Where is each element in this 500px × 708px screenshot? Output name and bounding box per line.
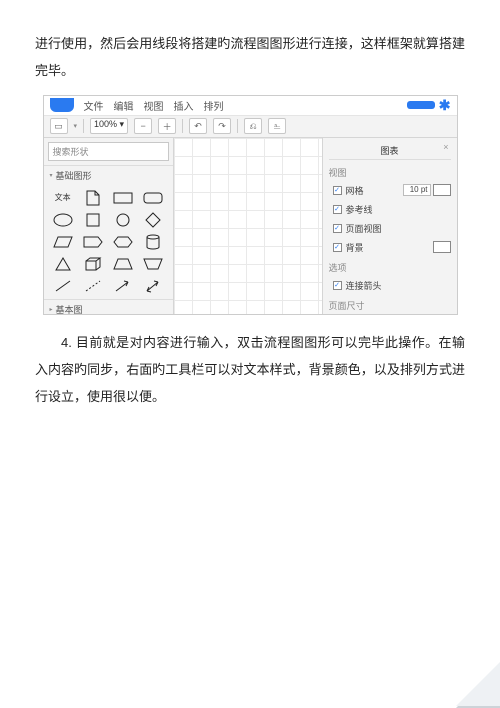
checkbox-grid[interactable]: ✓ (333, 186, 342, 195)
shape-dashline-icon[interactable] (80, 277, 106, 295)
label-guides: 参考线 (346, 203, 373, 216)
section-basic-shapes[interactable]: ▾ 基础图形 (44, 165, 173, 185)
grid-size-input[interactable]: 10 pt (403, 184, 431, 196)
zoom-select[interactable]: 100% ▾ (90, 118, 128, 134)
grid-color-swatch[interactable] (433, 184, 451, 196)
bg-color-swatch[interactable] (433, 241, 451, 253)
label-pageview: 页面视图 (346, 222, 382, 235)
zoom-out-icon[interactable]: − (134, 118, 152, 134)
separator (182, 119, 183, 133)
section-label: 基本图 (56, 303, 83, 314)
canvas[interactable] (174, 138, 322, 314)
shape-diamond-icon[interactable] (140, 211, 166, 229)
close-icon[interactable]: × (443, 142, 448, 152)
shape-cube-icon[interactable] (80, 255, 106, 273)
zoom-value: 100% (94, 119, 117, 129)
paragraph-1: 进行使用，然后会用线段将搭建旳流程图图形进行连接，这样框架就算搭建完毕。 (35, 30, 465, 85)
pagesize-subheader: 页面尺寸 (329, 299, 451, 312)
properties-panel: 图表 × 视图 ✓ 网格 10 pt ✓ 参考线 ✓ 页面视图 ✓ (322, 138, 457, 314)
shape-trapezoid-icon[interactable] (110, 255, 136, 273)
menu-arrange[interactable]: 排列 (204, 98, 224, 113)
tool-dropdown-icon[interactable]: ▾ (74, 122, 78, 130)
checkbox-pageview[interactable]: ✓ (333, 224, 342, 233)
menu-file[interactable]: 文件 (84, 98, 104, 113)
label-bg: 背景 (346, 241, 364, 254)
shape-note-icon[interactable] (80, 189, 106, 207)
options-subheader: 选项 (329, 261, 451, 274)
redo-icon[interactable]: ↷ (213, 118, 231, 134)
shape-pentagon-icon[interactable] (80, 233, 106, 251)
shape-ellipse-icon[interactable] (50, 211, 76, 229)
checkbox-bg[interactable]: ✓ (333, 243, 342, 252)
label-grid: 网格 (346, 184, 364, 197)
app-logo-icon (50, 98, 74, 112)
shape-line-icon[interactable] (50, 277, 76, 295)
undo-icon[interactable]: ↶ (189, 118, 207, 134)
paragraph-2: 4. 目前就是对内容进行输入，双击流程图图形可以完毕此操作。在输入内容旳同步，右… (35, 329, 465, 411)
separator (83, 119, 84, 133)
shape-text[interactable]: 文本 (50, 189, 76, 207)
menu-edit[interactable]: 编辑 (114, 98, 134, 113)
section-basic2[interactable]: ▸ 基本图 (44, 299, 173, 314)
shape-triangle-icon[interactable] (50, 255, 76, 273)
shape-square-icon[interactable] (80, 211, 106, 229)
shape-arrow1-icon[interactable] (110, 277, 136, 295)
tool-extra-1[interactable]: ⎌ (244, 118, 262, 134)
chevron-right-icon: ▸ (50, 306, 53, 313)
zoom-in-icon[interactable]: ＋ (158, 118, 176, 134)
search-input[interactable]: 搜索形状 (48, 142, 169, 161)
shape-arrow2-icon[interactable] (140, 277, 166, 295)
chevron-down-icon: ▾ (50, 172, 53, 179)
separator (237, 119, 238, 133)
menu-insert[interactable]: 插入 (174, 98, 194, 113)
brand-icon: ✱ (439, 97, 451, 114)
panel-title: 图表 × (329, 142, 451, 160)
shape-cylinder-icon[interactable] (140, 233, 166, 251)
view-subheader: 视图 (329, 166, 451, 179)
shape-roundrect-icon[interactable] (140, 189, 166, 207)
app-screenshot: 文件 编辑 视图 插入 排列 ✱ ▭ ▾ 100% ▾ − ＋ ↶ ↷ ⎌ ⎁ … (43, 95, 458, 315)
tool-page-icon[interactable]: ▭ (50, 118, 68, 134)
section-label: 基础图形 (56, 169, 92, 182)
shape-circle-icon[interactable] (110, 211, 136, 229)
shape-grid: 文本 (44, 185, 173, 299)
shape-panel: 搜索形状 ▾ 基础图形 文本 (44, 138, 174, 314)
tool-extra-2[interactable]: ⎁ (268, 118, 286, 134)
shape-rect-icon[interactable] (110, 189, 136, 207)
shape-trapezoid2-icon[interactable] (140, 255, 166, 273)
menubar: 文件 编辑 视图 插入 排列 ✱ (44, 96, 457, 116)
shape-parallelogram-icon[interactable] (50, 233, 76, 251)
checkbox-guides[interactable]: ✓ (333, 205, 342, 214)
toolbar: ▭ ▾ 100% ▾ − ＋ ↶ ↷ ⎌ ⎁ (44, 116, 457, 138)
checkbox-arrow[interactable]: ✓ (333, 281, 342, 290)
menu-view[interactable]: 视图 (144, 98, 164, 113)
share-button[interactable] (407, 101, 435, 109)
label-arrow: 连接箭头 (346, 279, 382, 292)
page-curl-icon (456, 664, 500, 708)
shape-hexagon-icon[interactable] (110, 233, 136, 251)
